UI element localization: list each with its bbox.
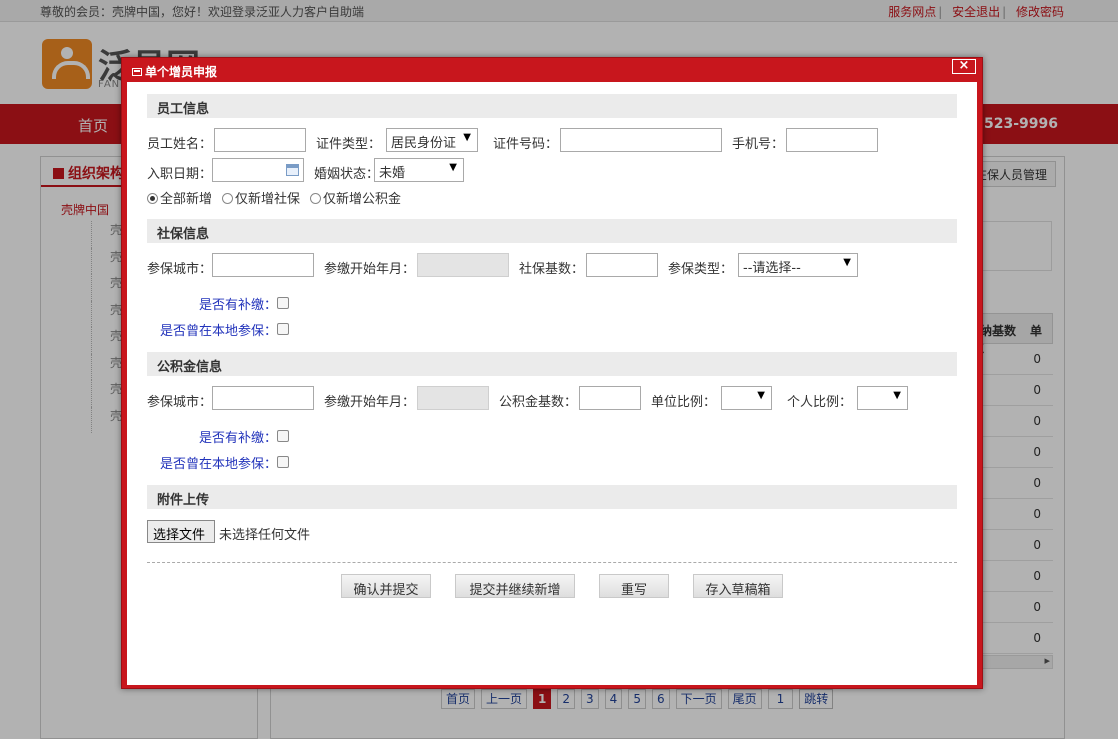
fund-local-label: 是否曾在本地参保： <box>160 457 278 472</box>
entry-date-input[interactable] <box>212 158 304 182</box>
section-attachment: 附件上传 <box>147 485 957 509</box>
social-base-label: 社保基数： <box>519 262 585 277</box>
fund-supplement-label: 是否有补缴： <box>199 431 278 446</box>
radio-checked-icon <box>147 193 158 204</box>
unit-ratio-label: 单位比例： <box>651 395 717 410</box>
dropdown-arrow-icon: ▼ <box>757 390 765 401</box>
section-employee-info: 员工信息 <box>147 94 957 118</box>
add-employee-dialog: 单个增员申报 × 员工信息 员工姓名： 证件类型： 居民身份证 ▼ 证件号码： 手… <box>121 57 983 689</box>
dropdown-arrow-icon: ▼ <box>463 132 471 143</box>
social-start-month-input[interactable] <box>417 253 509 277</box>
no-file-text: 未选择任何文件 <box>219 528 311 543</box>
insurance-type-select[interactable]: --请选择-- ▼ <box>738 253 858 277</box>
section-social-insurance: 社保信息 <box>147 219 957 243</box>
radio-fund-only[interactable]: 仅新增公积金 <box>310 188 401 207</box>
social-local-checkbox[interactable] <box>277 323 289 335</box>
marital-status-select[interactable]: 未婚 ▼ <box>374 158 464 182</box>
social-city-label: 参保城市： <box>147 262 213 277</box>
calendar-icon[interactable] <box>286 164 299 176</box>
marital-status-label: 婚姻状态： <box>314 167 380 182</box>
save-draft-button[interactable]: 存入草稿箱 <box>693 574 783 598</box>
phone-label: 手机号： <box>732 137 785 152</box>
employee-name-input[interactable] <box>214 128 306 152</box>
personal-ratio-select[interactable]: ▼ <box>857 386 908 410</box>
social-supplement-label: 是否有补缴： <box>199 298 278 313</box>
phone-input[interactable] <box>786 128 878 152</box>
dialog-title: 单个增员申报 <box>145 65 218 79</box>
social-supplement-checkbox[interactable] <box>277 297 289 309</box>
insurance-type-label: 参保类型： <box>668 262 734 277</box>
fund-city-input[interactable] <box>212 386 314 410</box>
personal-ratio-label: 个人比例： <box>787 395 853 410</box>
confirm-submit-button[interactable]: 确认并提交 <box>341 574 431 598</box>
fund-local-checkbox[interactable] <box>277 456 289 468</box>
social-local-label: 是否曾在本地参保： <box>160 324 278 339</box>
fund-base-label: 公积金基数： <box>499 395 578 410</box>
dropdown-arrow-icon: ▼ <box>449 162 457 173</box>
id-number-label: 证件号码： <box>493 137 559 152</box>
reset-button[interactable]: 重写 <box>599 574 669 598</box>
submit-and-add-button[interactable]: 提交并继续新增 <box>455 574 575 598</box>
radio-all-new[interactable]: 全部新增 <box>147 188 212 207</box>
fund-city-label: 参保城市： <box>147 395 213 410</box>
social-city-input[interactable] <box>212 253 314 277</box>
dropdown-arrow-icon: ▼ <box>843 257 851 268</box>
radio-unchecked-icon <box>310 193 321 204</box>
divider <box>147 562 957 563</box>
social-base-input[interactable] <box>586 253 658 277</box>
employee-name-label: 员工姓名： <box>147 137 213 152</box>
id-number-input[interactable] <box>560 128 722 152</box>
fund-start-month-label: 参缴开始年月： <box>324 395 416 410</box>
entry-date-label: 入职日期： <box>147 167 213 182</box>
close-button[interactable]: × <box>952 59 976 74</box>
choose-file-button[interactable]: 选择文件 <box>147 520 215 543</box>
dropdown-arrow-icon: ▼ <box>893 390 901 401</box>
fund-base-input[interactable] <box>579 386 641 410</box>
social-start-month-label: 参缴开始年月： <box>324 262 416 277</box>
window-icon <box>132 68 142 76</box>
unit-ratio-select[interactable]: ▼ <box>721 386 772 410</box>
radio-social-only[interactable]: 仅新增社保 <box>222 188 300 207</box>
section-housing-fund: 公积金信息 <box>147 352 957 376</box>
dialog-titlebar: 单个增员申报 <box>122 58 982 82</box>
fund-supplement-checkbox[interactable] <box>277 430 289 442</box>
dialog-body: 员工信息 员工姓名： 证件类型： 居民身份证 ▼ 证件号码： 手机号： 入职日期：… <box>127 82 977 685</box>
fund-start-month-input[interactable] <box>417 386 489 410</box>
radio-unchecked-icon <box>222 193 233 204</box>
id-type-select[interactable]: 居民身份证 ▼ <box>386 128 478 152</box>
id-type-label: 证件类型： <box>316 137 382 152</box>
